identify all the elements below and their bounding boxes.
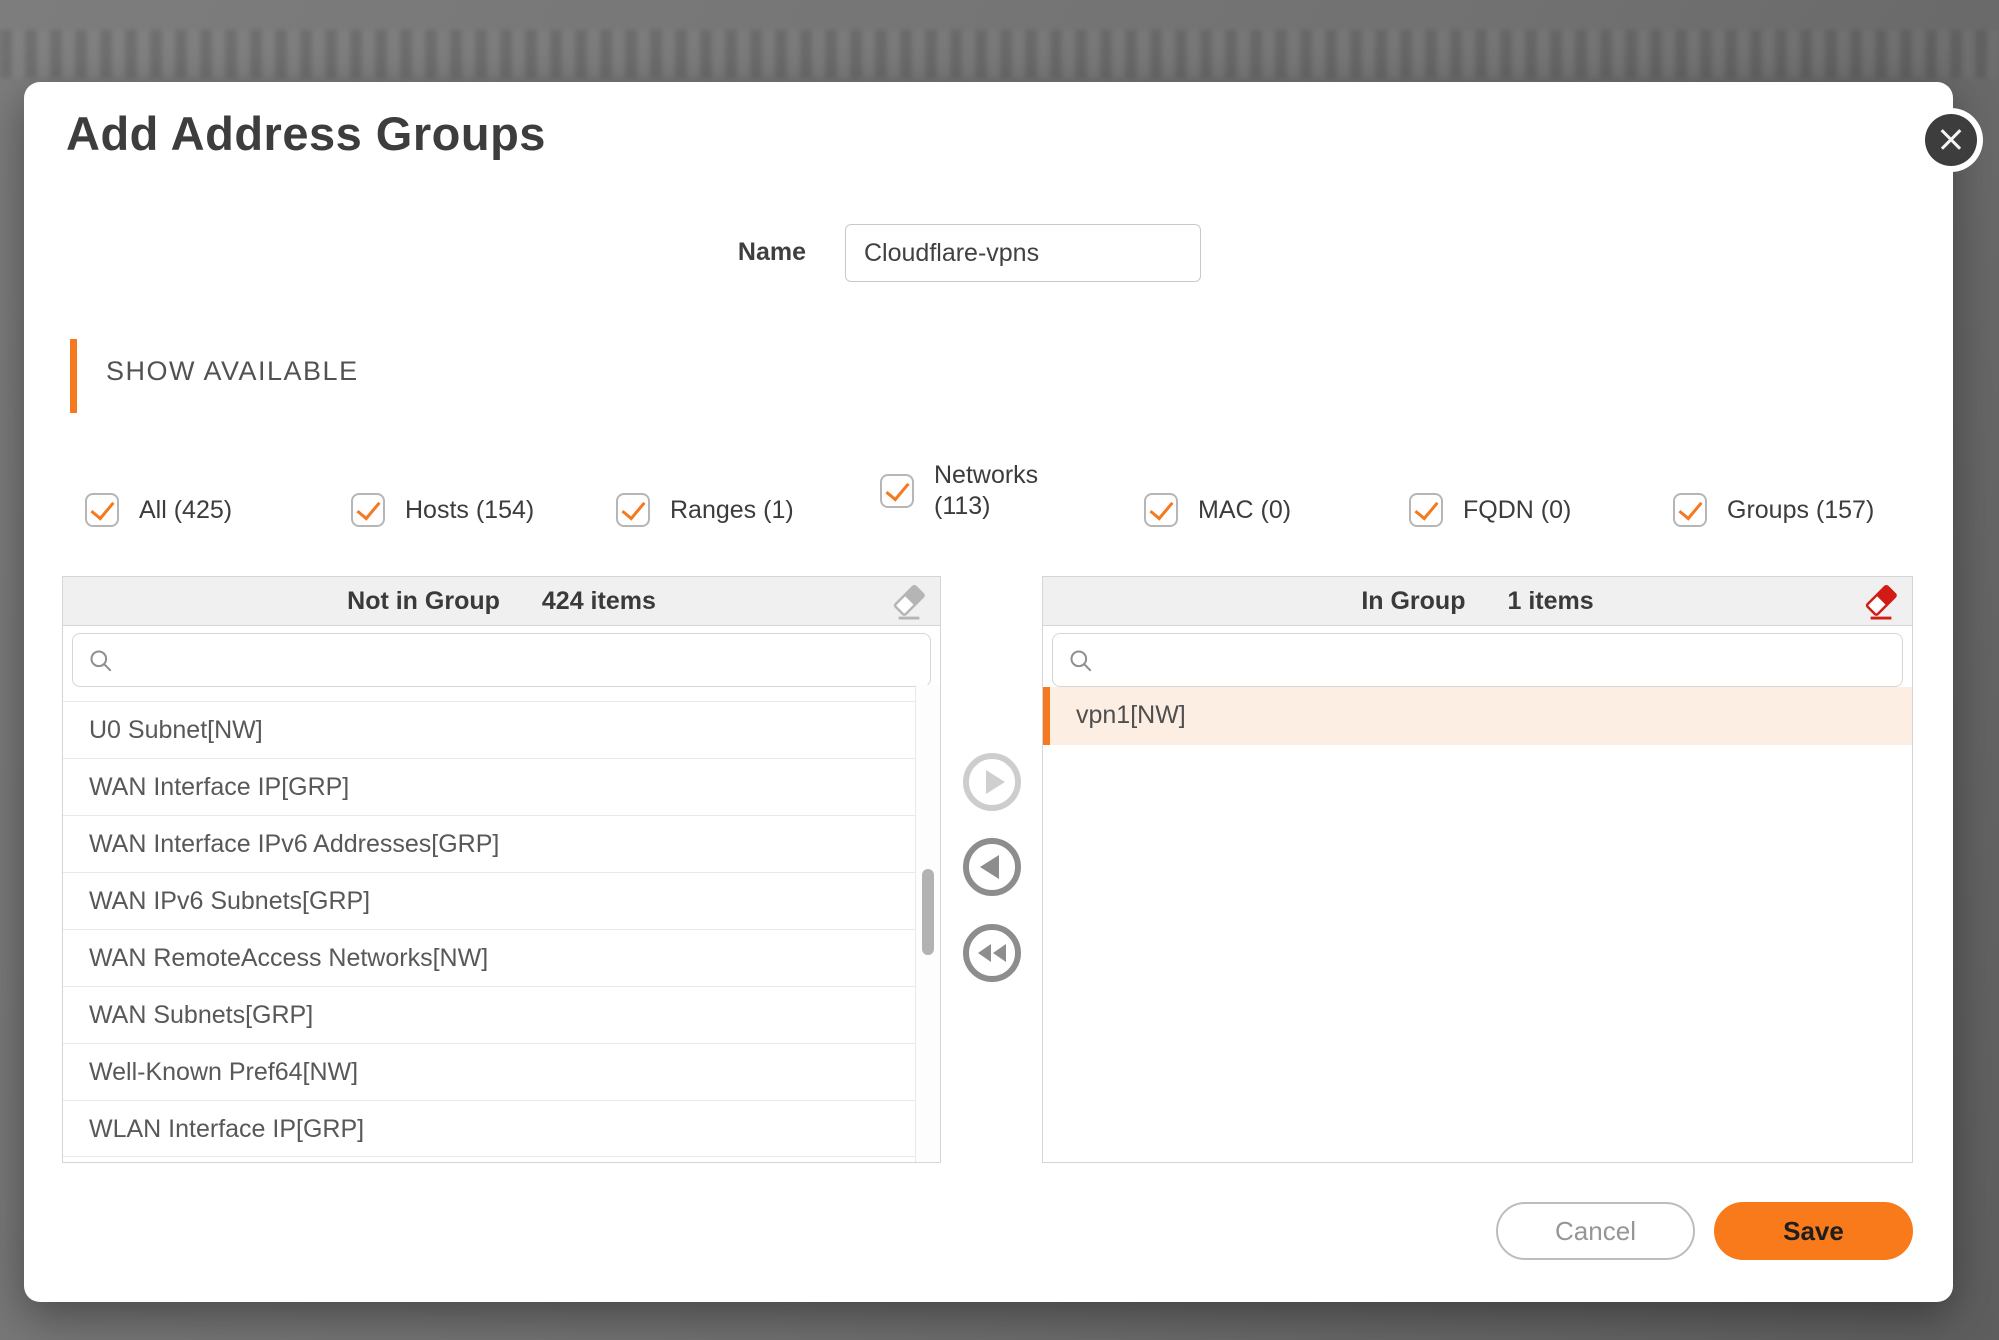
- filter-label: All (425): [139, 496, 232, 525]
- eraser-icon: [1864, 582, 1898, 622]
- checkbox-checked-icon[interactable]: [85, 493, 119, 527]
- not-in-group-list: U0 Subnet[NW] WAN Interface IP[GRP] WAN …: [63, 701, 917, 1157]
- filter-ranges[interactable]: Ranges (1): [616, 493, 794, 527]
- panel-title: Not in Group: [347, 587, 500, 616]
- double-arrow-left-icon: [978, 944, 991, 962]
- close-button[interactable]: [1925, 114, 1977, 166]
- filter-label: MAC (0): [1198, 496, 1291, 525]
- save-button[interactable]: Save: [1714, 1202, 1913, 1260]
- filter-label: FQDN (0): [1463, 496, 1571, 525]
- checkbox-checked-icon[interactable]: [1144, 493, 1178, 527]
- section-title: SHOW AVAILABLE: [106, 356, 359, 387]
- checkbox-checked-icon[interactable]: [1673, 493, 1707, 527]
- scrollbar[interactable]: [915, 685, 940, 1162]
- filter-label: Ranges (1): [670, 496, 794, 525]
- name-input[interactable]: [845, 224, 1201, 282]
- close-icon: [1925, 114, 1977, 166]
- panel-count: 1 items: [1507, 587, 1593, 616]
- list-item[interactable]: WAN Subnets[GRP]: [63, 986, 917, 1043]
- checkbox-checked-icon[interactable]: [616, 493, 650, 527]
- filter-networks[interactable]: Networks (113): [880, 460, 1038, 522]
- not-in-group-header: Not in Group 424 items: [63, 577, 940, 626]
- list-item[interactable]: WAN Interface IPv6 Addresses[GRP]: [63, 815, 917, 872]
- double-arrow-left-icon: [993, 944, 1006, 962]
- filter-groups[interactable]: Groups (157): [1673, 493, 1874, 527]
- list-item[interactable]: U0 Subnet[NW]: [63, 701, 917, 758]
- filter-mac[interactable]: MAC (0): [1144, 493, 1291, 527]
- list-item[interactable]: WAN RemoteAccess Networks[NW]: [63, 929, 917, 986]
- not-in-group-searchbox[interactable]: [72, 633, 931, 687]
- name-label: Name: [600, 238, 806, 267]
- move-left-button[interactable]: [963, 838, 1021, 896]
- filter-all[interactable]: All (425): [85, 493, 232, 527]
- filter-label: Groups (157): [1727, 496, 1874, 525]
- in-group-search-input[interactable]: [1104, 634, 1888, 686]
- checkbox-checked-icon[interactable]: [1409, 493, 1443, 527]
- filter-label: Networks (113): [934, 460, 1038, 522]
- list-item[interactable]: Well-Known Pref64[NW]: [63, 1043, 917, 1100]
- clear-group-button[interactable]: [1860, 580, 1902, 624]
- filter-hosts[interactable]: Hosts (154): [351, 493, 534, 527]
- in-group-header: In Group 1 items: [1043, 577, 1912, 626]
- eraser-icon: [892, 582, 926, 622]
- scrollbar-thumb[interactable]: [922, 869, 934, 955]
- filter-label-line2: (113): [934, 491, 1038, 522]
- panel-count: 424 items: [542, 587, 656, 616]
- background-pattern: [0, 30, 1999, 78]
- screen: Add Address Groups Name SHOW AVAILABLE A…: [0, 0, 1999, 1340]
- checkbox-checked-icon[interactable]: [351, 493, 385, 527]
- filter-label: Hosts (154): [405, 496, 534, 525]
- arrow-right-icon: [986, 770, 1005, 794]
- add-address-groups-dialog: Add Address Groups Name SHOW AVAILABLE A…: [24, 82, 1953, 1302]
- checkbox-checked-icon[interactable]: [880, 474, 914, 508]
- list-item[interactable]: WAN Interface IP[GRP]: [63, 758, 917, 815]
- in-group-searchbox[interactable]: [1052, 633, 1903, 687]
- clear-available-button[interactable]: [888, 580, 930, 624]
- arrow-left-icon: [980, 855, 999, 879]
- in-group-panel: In Group 1 items: [1042, 576, 1913, 1163]
- search-icon: [1067, 647, 1094, 674]
- list-item[interactable]: WAN IPv6 Subnets[GRP]: [63, 872, 917, 929]
- dialog-title: Add Address Groups: [66, 106, 546, 161]
- list-item-selected[interactable]: vpn1[NW]: [1043, 687, 1912, 745]
- move-all-left-button[interactable]: [963, 924, 1021, 982]
- not-in-group-panel: Not in Group 424 items: [62, 576, 941, 1163]
- move-right-button[interactable]: [963, 753, 1021, 811]
- cancel-button[interactable]: Cancel: [1496, 1202, 1695, 1260]
- not-in-group-search-input[interactable]: [124, 634, 916, 686]
- search-icon: [87, 647, 114, 674]
- list-item[interactable]: WLAN Interface IP[GRP]: [63, 1100, 917, 1157]
- filter-fqdn[interactable]: FQDN (0): [1409, 493, 1571, 527]
- filter-label-line1: Networks: [934, 460, 1038, 491]
- panel-title: In Group: [1361, 587, 1465, 616]
- section-accent-bar: [70, 339, 77, 413]
